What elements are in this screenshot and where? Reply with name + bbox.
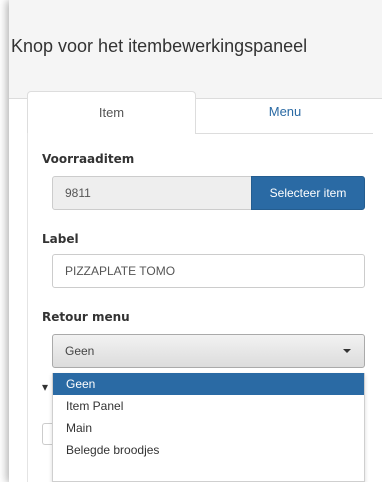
label-field[interactable]: PIZZAPLATE TOMO (52, 254, 365, 288)
return-menu-dropdown: Geen Item Panel Main Belegde broodjes (52, 373, 365, 482)
tab-menu[interactable]: Menu (197, 91, 373, 133)
dropdown-option-main[interactable]: Main (53, 417, 364, 439)
dropdown-option-item-panel[interactable]: Item Panel (53, 395, 364, 417)
return-menu-value: Geen (65, 344, 95, 358)
tab-bar: Item Menu (27, 91, 373, 134)
stock-item-label: Voorraaditem (42, 152, 135, 166)
dropdown-option-belegde-broodjes[interactable]: Belegde broodjes (53, 439, 364, 461)
tab-panel-border (27, 133, 28, 482)
select-item-button[interactable]: Selecteer item (251, 176, 365, 210)
dialog-title: Knop voor het itembewerkingspaneel (11, 36, 308, 56)
background-label-fragment: ▾ (42, 380, 49, 394)
return-menu-label: Retour menu (42, 310, 130, 324)
tab-item[interactable]: Item (27, 91, 196, 134)
label-field-label: Label (42, 232, 79, 246)
return-menu-select[interactable]: Geen (52, 334, 365, 368)
dialog-header: Knop voor het itembewerkingspaneel (9, 0, 382, 99)
background-input-fragment (42, 423, 52, 445)
caret-down-icon (343, 349, 351, 353)
tab-divider (196, 133, 373, 134)
stock-item-field[interactable]: 9811 (52, 176, 252, 210)
dropdown-option-geen[interactable]: Geen (53, 373, 364, 395)
